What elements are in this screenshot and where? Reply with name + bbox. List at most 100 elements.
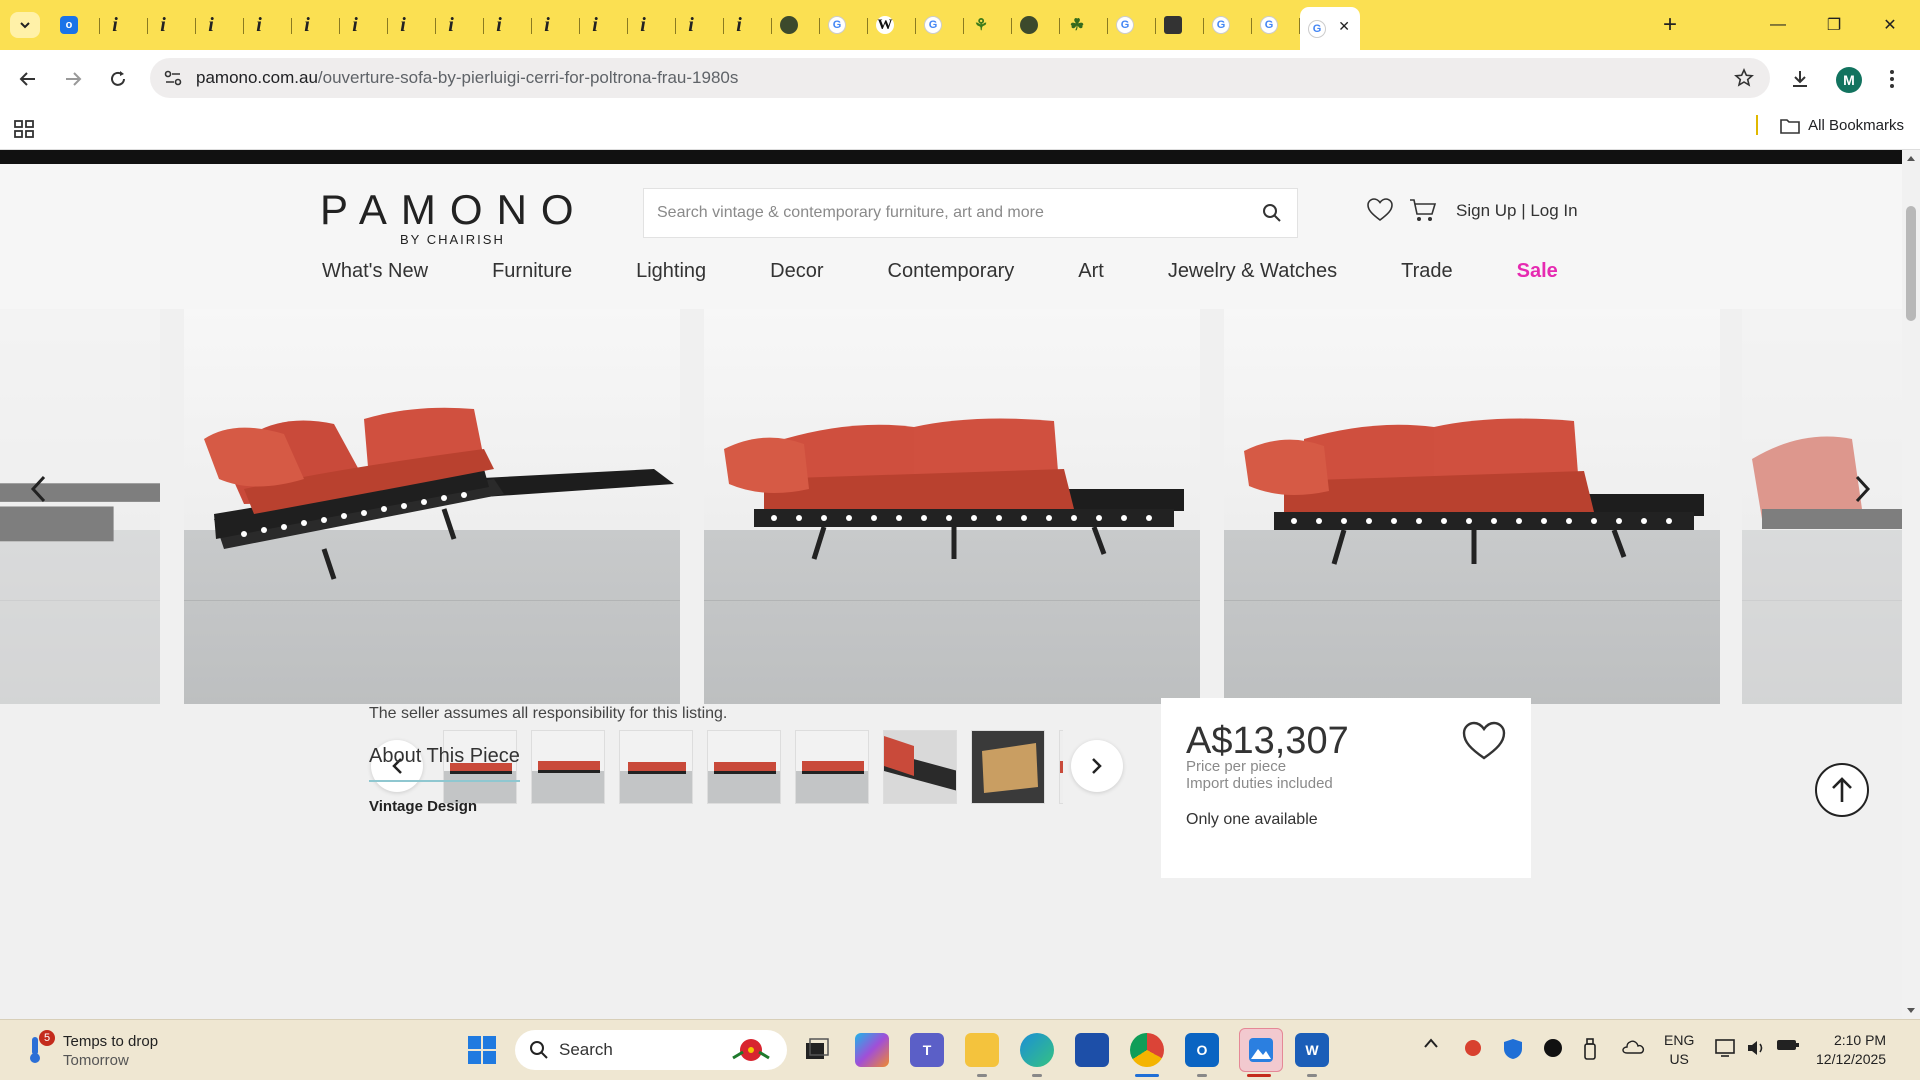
carousel-next-button[interactable] [1838,459,1888,519]
address-bar[interactable]: pamono.com.au/ouverture-sofa-by-pierluig… [150,58,1770,98]
carousel-slide[interactable] [184,309,680,704]
file-explorer-icon[interactable] [965,1033,999,1067]
outlook-icon[interactable]: O [1185,1033,1219,1067]
browser-tab[interactable]: i [484,7,532,43]
browser-tab[interactable]: i [628,7,676,43]
scrollbar-thumb[interactable] [1906,206,1916,321]
onedrive-icon[interactable] [1621,1038,1645,1054]
downloads-button[interactable] [1782,61,1818,97]
browser-tab[interactable]: i [676,7,724,43]
edge-icon[interactable] [1020,1033,1054,1067]
nav-trade[interactable]: Trade [1401,260,1453,283]
battery-icon[interactable] [1776,1038,1800,1052]
tab-about-this-piece[interactable]: About This Piece [369,745,520,782]
browser-tab[interactable]: G [1204,7,1252,43]
thumbnail[interactable] [707,730,781,804]
language-indicator[interactable]: ENG US [1664,1031,1694,1069]
browser-tab[interactable]: G [1108,7,1156,43]
all-bookmarks-button[interactable]: All Bookmarks [1780,117,1904,134]
task-view-button[interactable] [800,1033,834,1067]
wishlist-button[interactable] [1367,198,1393,222]
browser-tab[interactable]: i [196,7,244,43]
show-hidden-icons-button[interactable] [1424,1038,1438,1048]
browser-menu-button[interactable] [1874,61,1910,97]
system-clock[interactable]: 2:10 PM 12/12/2025 [1816,1031,1886,1069]
browser-tab[interactable]: G [1252,7,1300,43]
nav-sale[interactable]: Sale [1517,260,1558,283]
weather-widget[interactable]: 5 Temps to drop Tomorrow [25,1030,158,1070]
reload-button[interactable] [100,61,136,97]
restore-button[interactable]: ❐ [1806,0,1862,50]
thumbnail[interactable] [883,730,957,804]
apps-grid-icon[interactable] [14,120,34,138]
browser-tab[interactable]: i [388,7,436,43]
browser-tab[interactable] [772,7,820,43]
tray-badge-icon[interactable] [1543,1038,1563,1058]
close-window-button[interactable]: ✕ [1862,0,1918,50]
taskbar-search[interactable]: Search [515,1030,787,1070]
browser-tab[interactable]: W [868,7,916,43]
site-search-input[interactable] [644,204,1247,222]
favorite-button[interactable] [1462,721,1506,761]
pamono-logo[interactable]: PAMONO BY CHAIRISH [320,186,588,247]
back-to-top-button[interactable] [1815,763,1869,817]
browser-tab[interactable] [1012,7,1060,43]
browser-tab[interactable]: i [100,7,148,43]
defender-icon[interactable] [1503,1038,1523,1060]
nav-furniture[interactable]: Furniture [492,260,572,283]
store-icon[interactable] [1075,1033,1109,1067]
thumbnail[interactable] [1059,730,1063,804]
browser-tab[interactable]: i [244,7,292,43]
browser-tab[interactable]: i [340,7,388,43]
nav-what-s-new[interactable]: What's New [322,260,428,283]
thumbnail[interactable] [531,730,605,804]
browser-tab[interactable]: ☘ [1060,7,1108,43]
copilot-icon[interactable] [855,1033,889,1067]
close-tab-icon[interactable]: ✕ [1338,18,1350,35]
forward-button[interactable] [55,61,91,97]
back-button[interactable] [10,61,46,97]
carousel-slide[interactable] [1224,309,1720,704]
nav-lighting[interactable]: Lighting [636,260,706,283]
browser-tab[interactable]: i [292,7,340,43]
nav-contemporary[interactable]: Contemporary [888,260,1015,283]
photos-app-icon[interactable] [1239,1028,1283,1072]
browser-tab[interactable]: i [436,7,484,43]
browser-tab[interactable]: o [52,7,100,43]
profile-avatar[interactable]: M [1836,67,1862,93]
nav-decor[interactable]: Decor [770,260,823,283]
volume-icon[interactable] [1746,1038,1768,1058]
carousel-slide[interactable] [704,309,1200,704]
browser-tab[interactable]: i [148,7,196,43]
bookmark-star-icon[interactable] [1734,68,1754,88]
browser-tab[interactable]: ⚘ [964,7,1012,43]
carousel-prev-button[interactable] [13,459,63,519]
cart-button[interactable] [1409,198,1437,222]
site-search-button[interactable] [1247,188,1297,238]
tray-app-icon[interactable] [1463,1038,1483,1058]
browser-tab[interactable]: i [580,7,628,43]
minimize-button[interactable]: — [1750,0,1806,50]
tab-search-button[interactable] [10,12,40,38]
browser-tab[interactable] [1156,7,1204,43]
browser-tab-active[interactable]: G ✕ [1300,7,1360,50]
teams-icon[interactable]: T [910,1033,944,1067]
browser-tab[interactable]: G [916,7,964,43]
nav-art[interactable]: Art [1078,260,1104,283]
network-icon[interactable] [1715,1038,1737,1058]
chrome-icon[interactable] [1130,1033,1164,1067]
thumbnail[interactable] [971,730,1045,804]
thumbnail[interactable] [619,730,693,804]
page-scrollbar[interactable] [1902,150,1920,1019]
word-icon[interactable]: W [1295,1033,1329,1067]
thumbnail[interactable] [795,730,869,804]
browser-tab[interactable]: i [532,7,580,43]
usb-icon[interactable] [1583,1038,1597,1060]
thumbnails-next-button[interactable] [1071,740,1123,792]
new-tab-button[interactable]: + [1653,8,1687,42]
start-button[interactable] [465,1033,499,1067]
auth-links[interactable]: Sign Up | Log In [1456,201,1578,221]
browser-tab[interactable]: G [820,7,868,43]
nav-jewelry-watches[interactable]: Jewelry & Watches [1168,260,1337,283]
browser-tab[interactable]: i [724,7,772,43]
